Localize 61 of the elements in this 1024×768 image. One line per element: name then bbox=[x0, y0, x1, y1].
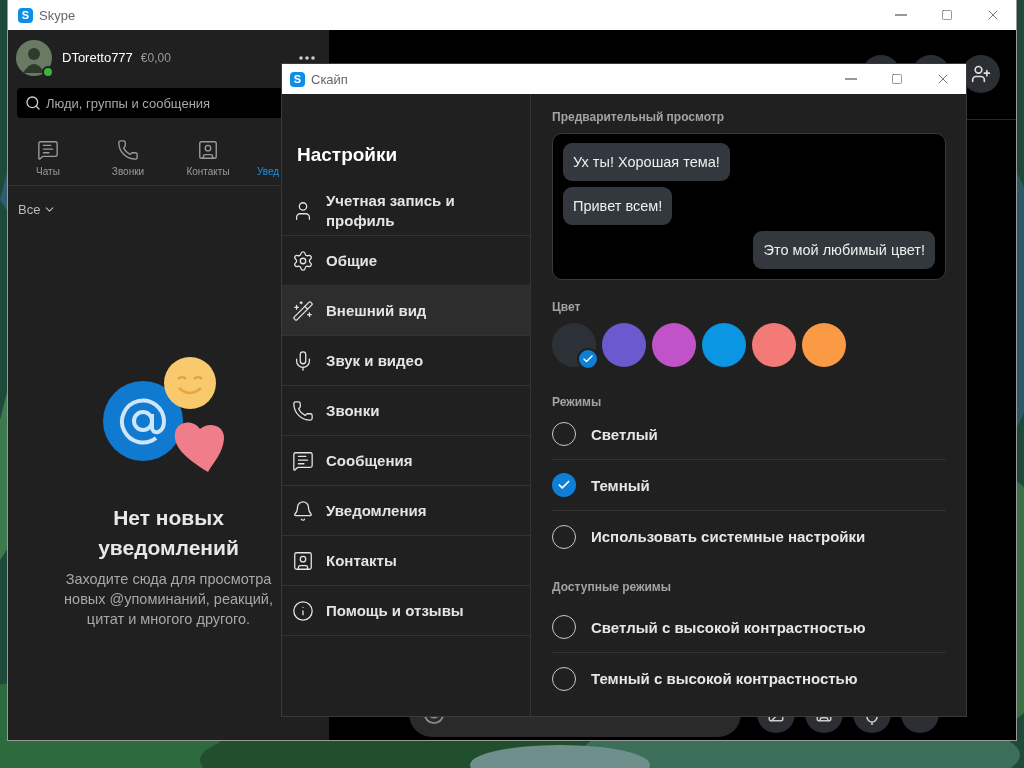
bell-icon bbox=[292, 499, 314, 522]
skype-logo: S bbox=[290, 71, 305, 87]
more-button[interactable] bbox=[299, 55, 315, 60]
microphone-stand-icon bbox=[866, 715, 878, 725]
section-label: Предварительный просмотр bbox=[552, 110, 725, 124]
settings-icon bbox=[292, 249, 314, 272]
window-title: Скайп bbox=[311, 71, 349, 87]
section-label: Доступные режимы bbox=[552, 580, 672, 594]
settings-nav-item[interactable]: Звук и видео bbox=[282, 336, 530, 386]
profile-name: DToretto777 bbox=[62, 50, 133, 65]
settings-heading: Настройки bbox=[296, 144, 399, 167]
more-icon bbox=[299, 55, 315, 60]
option-label: Темный bbox=[591, 476, 650, 494]
message-bubble: Ух ты! Хорошая тема! bbox=[563, 143, 730, 181]
add-person-icon bbox=[971, 64, 991, 84]
section-label: Режимы bbox=[552, 395, 603, 409]
nav-tab[interactable]: Чаты bbox=[8, 136, 88, 177]
settings-nav-item[interactable]: Уведомления bbox=[282, 486, 530, 536]
check-icon bbox=[557, 478, 571, 492]
minimize-icon bbox=[895, 14, 907, 16]
message-icon bbox=[292, 449, 314, 472]
maximize-icon bbox=[941, 9, 953, 21]
maximize-icon bbox=[891, 73, 903, 85]
balance: €0,00 bbox=[140, 50, 172, 65]
message-bubble: Привет всем! bbox=[563, 187, 673, 225]
section-label: Цвет bbox=[552, 300, 582, 314]
phone-icon bbox=[292, 399, 314, 422]
radio-button[interactable] bbox=[552, 473, 576, 497]
empty-title: Нет новых уведомлений bbox=[97, 505, 240, 561]
color-swatch[interactable] bbox=[552, 323, 596, 367]
skype-logo: S bbox=[18, 7, 33, 23]
option-label: Светлый bbox=[591, 425, 658, 443]
avatar bbox=[16, 39, 52, 76]
check-icon bbox=[582, 353, 594, 365]
settings-nav-item[interactable]: Контакты bbox=[282, 536, 530, 586]
settings-nav-item[interactable]: Учетная запись и профиль bbox=[282, 186, 530, 236]
color-swatch[interactable] bbox=[702, 323, 746, 367]
option-label: Темный с высокой контрастностью bbox=[591, 670, 858, 687]
color-swatch[interactable] bbox=[752, 323, 796, 367]
magic-wand-icon bbox=[292, 299, 314, 322]
search-icon bbox=[25, 95, 41, 111]
color-swatch[interactable] bbox=[652, 323, 696, 367]
nav-tab[interactable]: Контакты bbox=[168, 136, 248, 177]
minimize-icon bbox=[845, 78, 857, 80]
nav-tab[interactable]: Увед bbox=[248, 136, 282, 177]
settings-nav-item[interactable]: Сообщения bbox=[282, 436, 530, 486]
color-swatch[interactable] bbox=[802, 323, 846, 367]
settings-nav-item[interactable]: Помощь и отзывы bbox=[282, 586, 530, 636]
settings-nav-item[interactable]: Внешний вид bbox=[282, 286, 530, 336]
filter-dropdown[interactable]: Все bbox=[18, 202, 57, 217]
color-swatch[interactable] bbox=[602, 323, 646, 367]
info-icon bbox=[292, 599, 314, 622]
settings-nav-item[interactable]: Звонки bbox=[282, 386, 530, 436]
option-label: Использовать системные настройки bbox=[591, 528, 866, 545]
message-bubble: Это мой любимый цвет! bbox=[753, 231, 935, 269]
phone-icon bbox=[117, 139, 139, 161]
chat-icon bbox=[37, 139, 59, 161]
nav-tab[interactable]: Звонки bbox=[88, 136, 168, 177]
empty-description: Заходите сюда для просмотра новых @упоминаний, реакций, цитат и многого другого. bbox=[63, 570, 274, 629]
window-title: Skype bbox=[39, 7, 77, 23]
option-label: Светлый с высокой контрастностью bbox=[591, 618, 866, 636]
